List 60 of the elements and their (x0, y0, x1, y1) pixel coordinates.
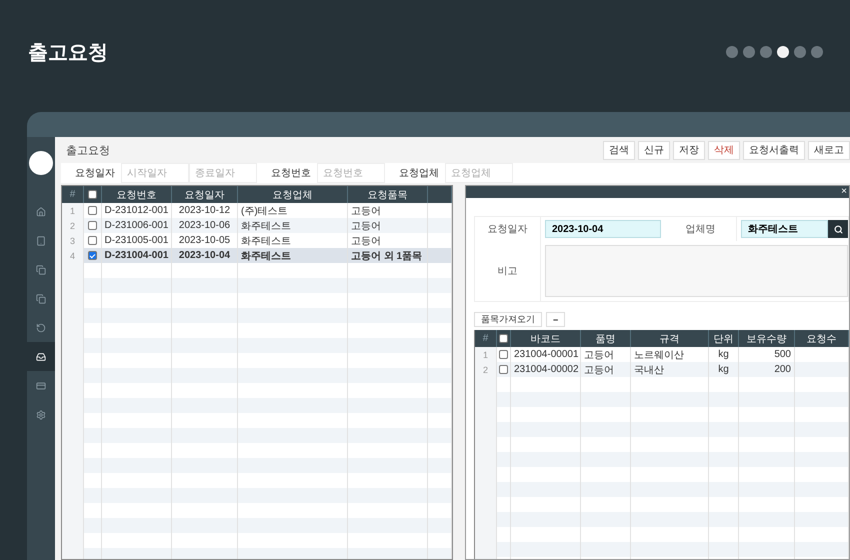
pager-dot[interactable] (726, 46, 738, 58)
memo-field[interactable] (545, 245, 848, 297)
toolbar-button[interactable]: 새로고 (808, 140, 850, 160)
table-row[interactable]: 2 231004-00002 고등어 국내산 kg 200 (475, 362, 849, 377)
pager-dot[interactable] (743, 46, 755, 58)
item-button[interactable]: − (546, 312, 566, 327)
item-button[interactable]: 품목가져오기 (474, 312, 542, 327)
pager-dot[interactable] (760, 46, 772, 58)
filter-label: 요청업체 (398, 167, 440, 181)
table-row[interactable]: 3 D-231005-001 2023-10-05 화주테스트 고등어 (62, 233, 452, 248)
form-label: 비고 (475, 241, 541, 301)
copy-icon (36, 264, 46, 274)
page-title: 출고요청 (28, 40, 108, 66)
toolbar-button[interactable]: 신규 (638, 140, 670, 160)
date-field[interactable]: 2023-10-04 (545, 220, 661, 238)
sidebar-item[interactable] (27, 342, 55, 371)
vendor-field[interactable]: 화주테스트 (741, 220, 828, 238)
row-checkbox[interactable] (499, 350, 508, 359)
form-label: 업체명 (665, 217, 737, 241)
toolbar-button[interactable]: 검색 (603, 140, 635, 160)
close-button[interactable]: × (841, 187, 847, 197)
table-row[interactable]: 1 D-231012-001 2023-10-12 (주)테스트 고등어 (62, 203, 452, 218)
row-checkbox[interactable] (88, 251, 97, 260)
table-row[interactable]: 2 D-231006-001 2023-10-06 화주테스트 고등어 (62, 218, 452, 233)
table-row[interactable]: 1 231004-00001 고등어 노르웨이산 kg 500 (475, 347, 849, 362)
filter-field[interactable]: 시작일자 (121, 163, 189, 183)
pager-dot[interactable] (811, 46, 823, 58)
avatar (29, 151, 53, 175)
toolbar-button[interactable]: 삭제 (708, 140, 740, 160)
row-checkbox[interactable] (88, 236, 97, 245)
row-number: 1 (62, 203, 84, 218)
pager-dot[interactable] (777, 46, 789, 58)
row-checkbox[interactable] (499, 365, 508, 374)
toolbar-button[interactable]: 요청서출력 (743, 140, 805, 160)
row-number: 4 (62, 248, 84, 263)
search-icon (834, 224, 842, 234)
row-number: 1 (475, 347, 497, 362)
home-icon (36, 206, 46, 216)
table-row[interactable]: 4 D-231004-001 2023-10-04 화주테스트 고등어 외 1품목 (62, 248, 452, 263)
search-button[interactable] (828, 220, 848, 238)
filter-label: 요청번호 (270, 167, 312, 181)
settings-icon (36, 410, 46, 420)
window-title: 출고요청 (65, 144, 110, 158)
row-checkbox[interactable] (88, 206, 97, 215)
filter-field[interactable]: 요청번호 (317, 163, 385, 183)
inbox-icon (36, 352, 46, 362)
filter-field[interactable]: 요청업체 (445, 163, 513, 183)
pager-dot[interactable] (794, 46, 806, 58)
toolbar-button[interactable]: 저장 (673, 140, 705, 160)
card-icon (36, 380, 46, 390)
row-number: 3 (62, 233, 84, 248)
filter-field[interactable]: 종료일자 (189, 163, 257, 183)
history-icon (36, 322, 46, 332)
copy-icon (36, 294, 46, 304)
filter-label: 요청일자 (74, 167, 116, 181)
tablet-icon (36, 236, 46, 246)
select-all-checkbox[interactable] (499, 334, 508, 343)
form-label: 요청일자 (475, 217, 541, 241)
row-checkbox[interactable] (88, 221, 97, 230)
select-all-checkbox[interactable] (88, 190, 97, 199)
